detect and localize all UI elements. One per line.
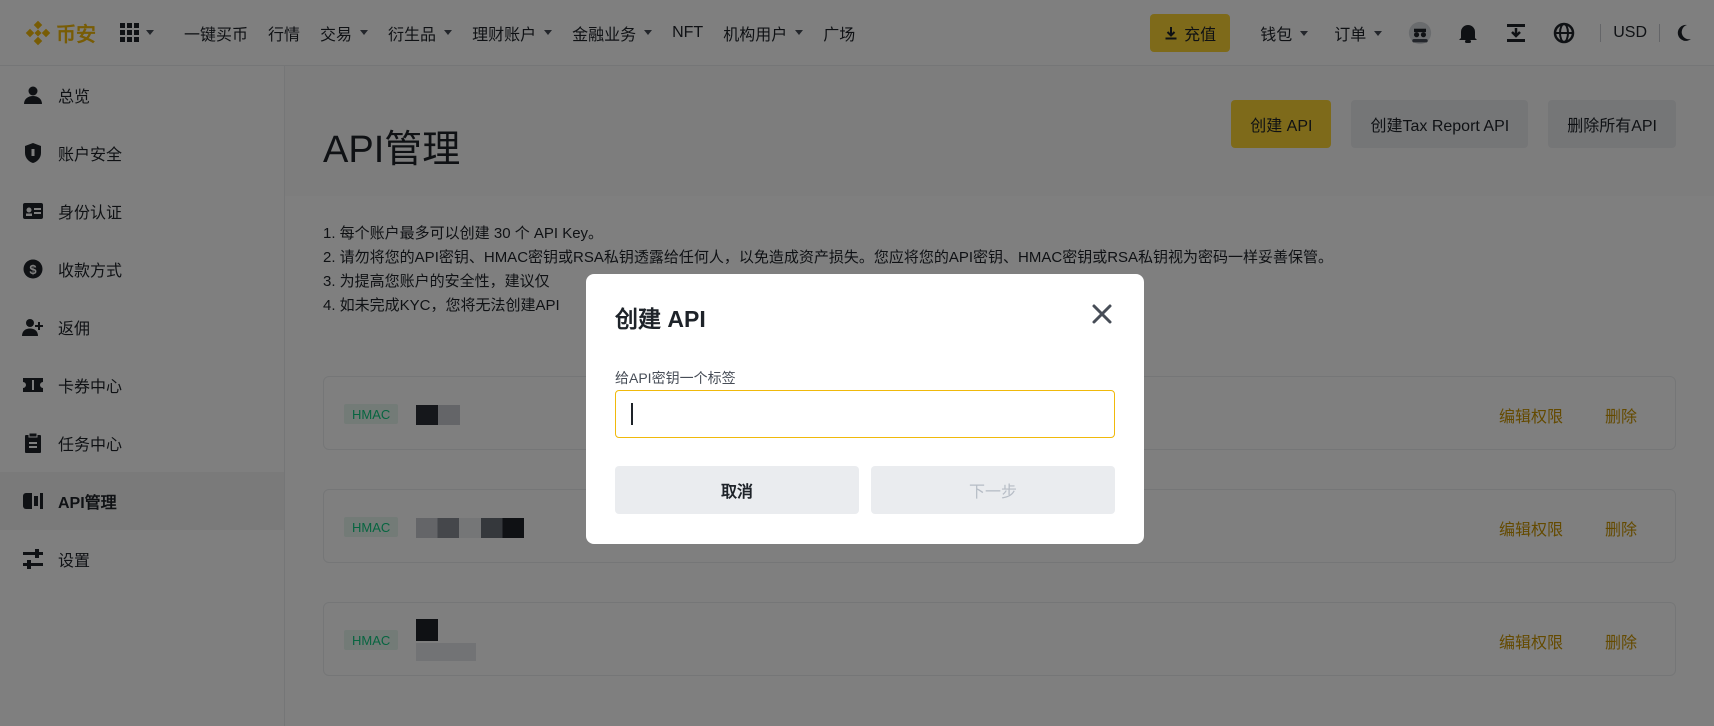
api-label-input[interactable] bbox=[615, 390, 1115, 438]
next-step-button[interactable]: 下一步 bbox=[871, 466, 1115, 514]
create-api-modal: 创建 API 给API密钥一个标签 取消 下一步 bbox=[586, 274, 1144, 544]
cancel-button[interactable]: 取消 bbox=[615, 466, 859, 514]
close-icon[interactable] bbox=[1090, 302, 1114, 326]
modal-title: 创建 API bbox=[615, 306, 706, 332]
api-label-field-label: 给API密钥一个标签 bbox=[615, 370, 736, 386]
text-cursor bbox=[631, 403, 633, 425]
